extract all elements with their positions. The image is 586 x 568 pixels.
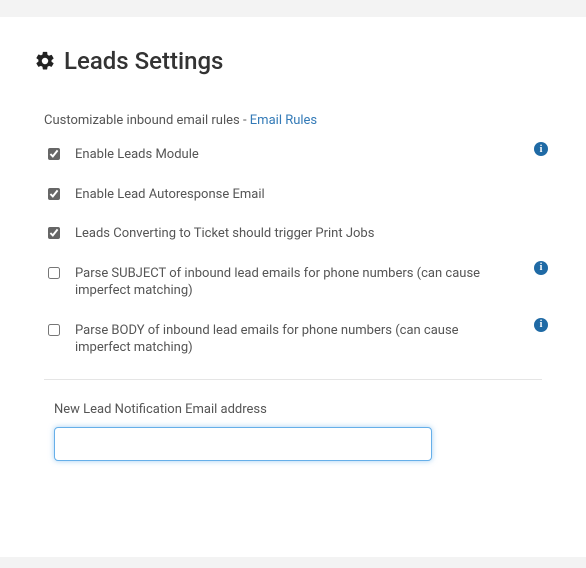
intro-text: Customizable inbound email rules - Email… [44,113,552,128]
checkbox-parse-body[interactable] [48,324,60,336]
email-rules-link[interactable]: Email Rules [250,113,317,128]
settings-list: Enable Leads Module i Enable Lead Autore… [44,146,552,357]
info-icon[interactable]: i [534,261,548,275]
notification-email-label: New Lead Notification Email address [54,402,432,417]
gear-icon [34,50,56,72]
settings-card: Leads Settings Customizable inbound emai… [0,17,586,557]
divider [44,379,542,380]
label-parse-body[interactable]: Parse BODY of inbound lead emails for ph… [75,322,492,357]
notification-email-input[interactable] [54,427,432,461]
setting-row-parse-subject: Parse SUBJECT of inbound lead emails for… [44,265,552,300]
checkbox-parse-subject[interactable] [48,267,60,279]
checkbox-enable-autoresponse[interactable] [48,188,60,200]
setting-row-parse-body: Parse BODY of inbound lead emails for ph… [44,322,552,357]
setting-row-enable-autoresponse: Enable Lead Autoresponse Email [44,186,552,204]
notification-email-field: New Lead Notification Email address [54,402,432,461]
info-icon[interactable]: i [534,318,548,332]
setting-row-enable-leads: Enable Leads Module i [44,146,552,164]
label-parse-subject[interactable]: Parse SUBJECT of inbound lead emails for… [75,265,492,300]
page-title: Leads Settings [34,47,552,75]
checkbox-enable-leads[interactable] [48,148,60,160]
info-icon[interactable]: i [534,142,548,156]
checkbox-trigger-print-jobs[interactable] [48,227,60,239]
page-title-text: Leads Settings [64,47,223,75]
label-trigger-print-jobs[interactable]: Leads Converting to Ticket should trigge… [75,225,374,243]
setting-row-trigger-print-jobs: Leads Converting to Ticket should trigge… [44,225,552,243]
label-enable-leads[interactable]: Enable Leads Module [75,146,199,164]
label-enable-autoresponse[interactable]: Enable Lead Autoresponse Email [75,186,265,204]
intro-prefix: Customizable inbound email rules - [44,113,250,128]
